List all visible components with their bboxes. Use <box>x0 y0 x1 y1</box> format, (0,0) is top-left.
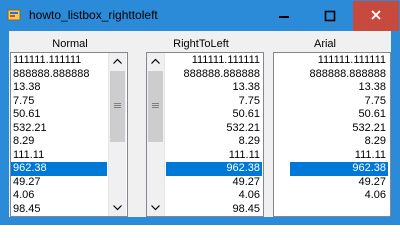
scroll-thumb[interactable] <box>148 71 163 142</box>
listbox-righttoleft[interactable]: 111111.111111 888888.888888 13.38 7.75 50.61… <box>146 52 264 217</box>
listbox-arial[interactable]: 111111.111111 888888.888888 13.38 7.75 50.61… <box>273 52 391 217</box>
list-item[interactable]: 50.61 <box>166 108 262 122</box>
label-righttoleft: RightToLeft <box>173 38 229 50</box>
scroll-down-button[interactable] <box>147 199 164 216</box>
list-item[interactable]: 50.61 <box>290 108 388 122</box>
list-item[interactable]: 8.29 <box>11 135 107 149</box>
list-item[interactable]: 532.21 <box>290 122 388 136</box>
list-item[interactable]: 7.75 <box>166 95 262 109</box>
scroll-up-button[interactable] <box>109 53 126 70</box>
list-item[interactable]: 532.21 <box>11 122 107 136</box>
minimize-button[interactable] <box>261 1 307 31</box>
list-item[interactable]: 13.38 <box>11 81 107 95</box>
app-icon <box>7 7 23 23</box>
list-item[interactable]: 98.45 <box>11 203 107 217</box>
scroll-up-button[interactable] <box>147 53 164 70</box>
list-item[interactable]: 532.21 <box>166 122 262 136</box>
list-item[interactable]: 13.38 <box>166 81 262 95</box>
listbox-normal-items: 111111.111111 888888.888888 13.38 7.75 50.61… <box>11 54 107 216</box>
list-item[interactable]: 111.11 <box>166 149 262 163</box>
title-bar[interactable]: howto_listbox_righttoleft <box>1 1 399 31</box>
list-item[interactable]: 111111.111111 <box>166 54 262 68</box>
list-item[interactable]: 4.06 <box>290 189 388 203</box>
scrollbar-normal[interactable] <box>108 53 126 216</box>
list-item[interactable]: 111111.111111 <box>11 54 107 68</box>
list-item[interactable]: 888888.888888 <box>166 68 262 82</box>
maximize-button[interactable] <box>307 1 353 31</box>
list-item[interactable]: 50.61 <box>11 108 107 122</box>
list-item-selected[interactable]: 962.38 <box>11 162 107 176</box>
label-normal: Normal <box>52 38 88 50</box>
list-item[interactable]: 13.38 <box>290 81 388 95</box>
list-item[interactable]: 7.75 <box>290 95 388 109</box>
list-item[interactable]: 49.27 <box>166 176 262 190</box>
scrollbar-righttoleft[interactable] <box>147 53 165 216</box>
scroll-thumb[interactable] <box>110 71 125 142</box>
label-arial: Arial <box>313 38 336 50</box>
list-item[interactable]: 111.11 <box>290 149 388 163</box>
list-item[interactable]: 49.27 <box>290 176 388 190</box>
list-item[interactable]: 8.29 <box>166 135 262 149</box>
window-title: howto_listbox_righttoleft <box>29 8 158 22</box>
listbox-arial-items: 111111.111111 888888.888888 13.38 7.75 50.61… <box>290 54 388 203</box>
close-button[interactable] <box>353 1 399 31</box>
list-item[interactable]: 111.11 <box>11 149 107 163</box>
listbox-righttoleft-items: 111111.111111 888888.888888 13.38 7.75 50.61… <box>166 54 262 216</box>
list-item[interactable]: 111111.111111 <box>290 54 388 68</box>
list-item[interactable]: 49.27 <box>11 176 107 190</box>
client-area: Normal RightToLeft Arial 111111.111111 88… <box>9 31 391 217</box>
list-item[interactable]: 4.06 <box>11 189 107 203</box>
scroll-down-button[interactable] <box>109 199 126 216</box>
listbox-normal[interactable]: 111111.111111 888888.888888 13.38 7.75 50.61… <box>10 52 128 217</box>
list-item[interactable]: 888888.888888 <box>290 68 388 82</box>
list-item-selected[interactable]: 962.38 <box>290 162 388 176</box>
app-window: howto_listbox_righttoleft Normal RightTo… <box>0 0 400 225</box>
list-item[interactable]: 8.29 <box>290 135 388 149</box>
list-item-selected[interactable]: 962.38 <box>166 162 262 176</box>
list-item[interactable]: 7.75 <box>11 95 107 109</box>
list-item[interactable]: 4.06 <box>166 189 262 203</box>
list-item[interactable]: 888888.888888 <box>11 68 107 82</box>
list-item[interactable]: 98.45 <box>166 203 262 217</box>
